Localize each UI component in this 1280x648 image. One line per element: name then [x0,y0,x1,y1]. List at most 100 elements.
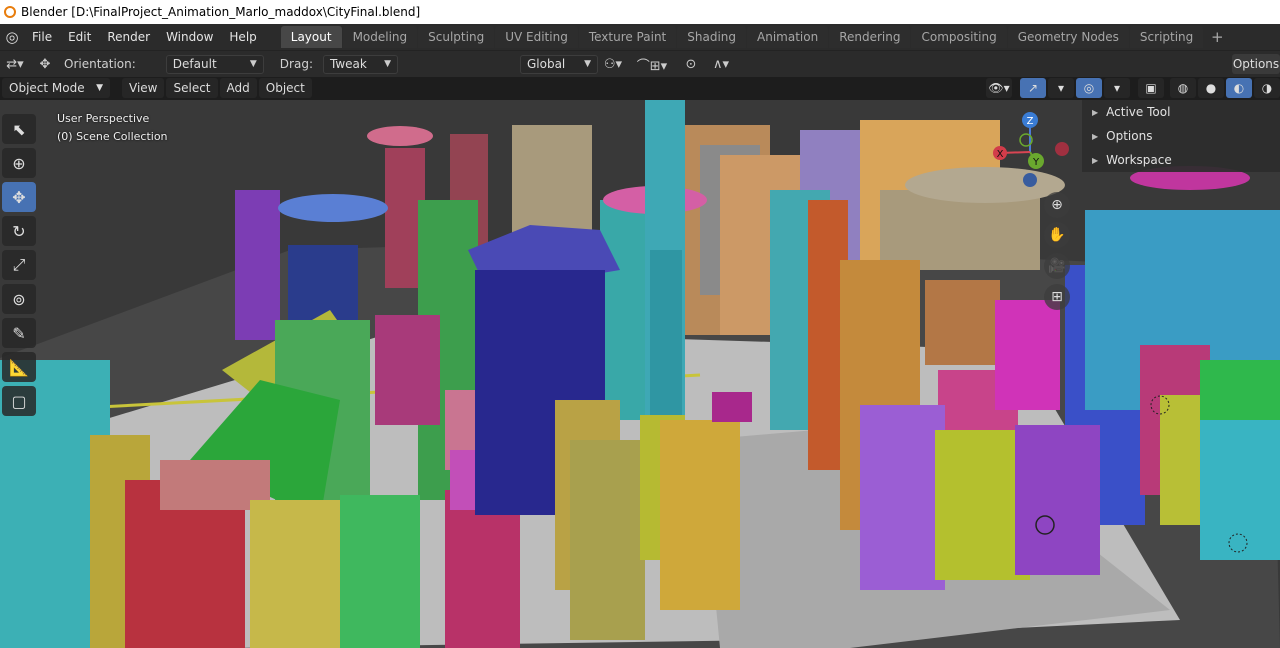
proportional-edit-icon[interactable]: ⊙ [676,53,706,75]
select-tool-icon[interactable]: ⬉ [2,114,36,144]
rendered-shading-icon[interactable]: ◑ [1254,78,1280,98]
select-menu[interactable]: Select [166,78,218,98]
blender-logo-icon [4,6,16,18]
orientation-dropdown[interactable]: Default ▼ [165,54,264,74]
add-workspace-icon[interactable]: + [1207,27,1227,47]
building-brown-roof [925,280,1000,365]
blender-menu-icon[interactable]: ◎ [0,25,24,49]
chevron-down-icon: ▼ [96,83,103,93]
tool-settings-bar: ⇄▾ ✥ Orientation: Default ▼ Drag: Tweak ▼ … [0,50,1280,77]
drag-value: Tweak [329,57,367,71]
tab-scripting[interactable]: Scripting [1129,26,1204,48]
building-green-front [340,495,420,648]
move-tool-icon[interactable]: ✥ [2,182,36,212]
building-yellow-front [250,500,340,648]
tab-modeling[interactable]: Modeling [342,26,418,48]
tower-teal-lower [650,250,682,420]
tab-animation[interactable]: Animation [747,26,829,48]
falloff-icon[interactable]: ∧▾ [706,53,736,75]
gizmo-neg-z-ball [1023,173,1037,187]
pan-hand-icon[interactable]: ✋ [1044,222,1070,248]
gizmo-toggle-icon[interactable]: ↗ [1020,78,1046,98]
rotate-tool-icon[interactable]: ↻ [2,216,36,246]
tab-texture-paint[interactable]: Texture Paint [578,26,677,48]
building-teal-right [1200,420,1280,560]
section-label: Options [1106,129,1153,143]
building-purple-left [235,190,280,340]
transform-orientation-value: Global [526,57,566,71]
xray-icon[interactable]: ▣ [1138,78,1164,98]
menu-render[interactable]: Render [99,24,158,50]
gizmo-x-label: X [997,149,1004,160]
tab-compositing[interactable]: Compositing [911,26,1007,48]
gizmo-z-label: Z [1027,116,1034,127]
drag-dropdown[interactable]: Tweak ▼ [322,54,398,74]
disclosure-triangle-icon: ▶ [1092,107,1099,117]
sidebar-section-options[interactable]: ▶ Options [1082,124,1280,148]
transform-orientation-dropdown[interactable]: Global ▼ [519,54,598,74]
building-purple-front [860,405,945,590]
tab-geometry-nodes[interactable]: Geometry Nodes [1007,26,1129,48]
drag-label: Drag: [279,57,313,71]
transform-tool-icon[interactable]: ⊚ [2,284,36,314]
overlay-toggle-icon[interactable]: ◎ [1076,78,1102,98]
pivot-point-icon[interactable]: ⚇▾ [598,53,628,75]
menu-file[interactable]: File [24,24,60,50]
menu-help[interactable]: Help [221,24,264,50]
sidebar-section-active-tool[interactable]: ▶ Active Tool [1082,100,1280,124]
sidebar-section-workspace[interactable]: ▶ Workspace [1082,148,1280,172]
3d-viewport[interactable] [0,100,1280,648]
sidebar-panel: ▶ Active Tool ▶ Options ▶ Workspace [1082,100,1280,172]
chevron-down-icon[interactable]: ▾ [1048,78,1074,98]
menu-edit[interactable]: Edit [60,24,99,50]
gizmo-neg-x-ball [1055,142,1069,156]
scale-tool-icon[interactable]: ⤢ [2,250,36,280]
zoom-icon[interactable]: ⊕ [1044,192,1070,218]
building-magenta-right [995,300,1060,410]
section-label: Active Tool [1106,105,1171,119]
visibility-icon[interactable]: 👁▾ [986,78,1012,98]
tab-uv-editing[interactable]: UV Editing [495,26,578,48]
tab-layout[interactable]: Layout [280,26,342,48]
snap-icon[interactable]: ⌒⊞▾ [628,53,676,75]
ortho-grid-icon[interactable]: ⊞ [1044,284,1070,310]
object-menu[interactable]: Object [258,78,312,98]
tab-rendering[interactable]: Rendering [829,26,911,48]
top-bar: ◎ File Edit Render Window Help Layout Mo… [0,24,1280,50]
building-khaki-front [570,440,645,640]
camera-view-icon[interactable]: 🎥 [1044,253,1070,279]
orientation-label: Orientation: [64,57,136,71]
view-menu[interactable]: View [122,78,165,98]
material-shading-icon[interactable]: ◐ [1226,78,1252,98]
city-scene [0,100,1280,648]
add-menu[interactable]: Add [219,78,257,98]
move-tool-icon[interactable]: ✥ [30,53,60,75]
chevron-down-icon[interactable]: ▾ [1104,78,1130,98]
tab-sculpting[interactable]: Sculpting [418,26,495,48]
main-menu: File Edit Render Window Help [24,24,265,50]
building-gold-front [660,420,740,610]
object-mode-dropdown[interactable]: Object Mode ▼ [2,78,110,98]
cursor-tool-icon[interactable]: ⊕ [2,148,36,178]
mode-value: Object Mode [9,81,85,95]
add-cube-tool-icon[interactable]: ▢ [2,386,36,416]
section-label: Workspace [1106,153,1172,167]
measure-tool-icon[interactable]: 📐 [2,352,36,382]
window-title: Blender [D:\FinalProject_Animation_Marlo… [21,5,421,19]
collection-label: (0) Scene Collection [57,130,168,143]
wireframe-shading-icon[interactable]: ◍ [1170,78,1196,98]
transform-mode-icon[interactable]: ⇄▾ [0,53,30,75]
options-button[interactable]: Options [1232,54,1280,74]
window-titlebar: Blender [D:\FinalProject_Animation_Marlo… [0,0,1280,24]
annotate-tool-icon[interactable]: ✎ [2,318,36,348]
gizmo-y-label: Y [1032,157,1040,168]
building-magenta-small [375,315,440,425]
solid-shading-icon[interactable]: ● [1198,78,1224,98]
menu-window[interactable]: Window [158,24,221,50]
chevron-down-icon: ▼ [384,59,391,69]
navigation-gizmo[interactable]: Z Y X [990,110,1080,190]
tab-shading[interactable]: Shading [677,26,746,48]
chevron-down-icon: ▼ [249,59,257,69]
orientation-value: Default [172,57,217,71]
disclosure-triangle-icon: ▶ [1092,131,1099,141]
